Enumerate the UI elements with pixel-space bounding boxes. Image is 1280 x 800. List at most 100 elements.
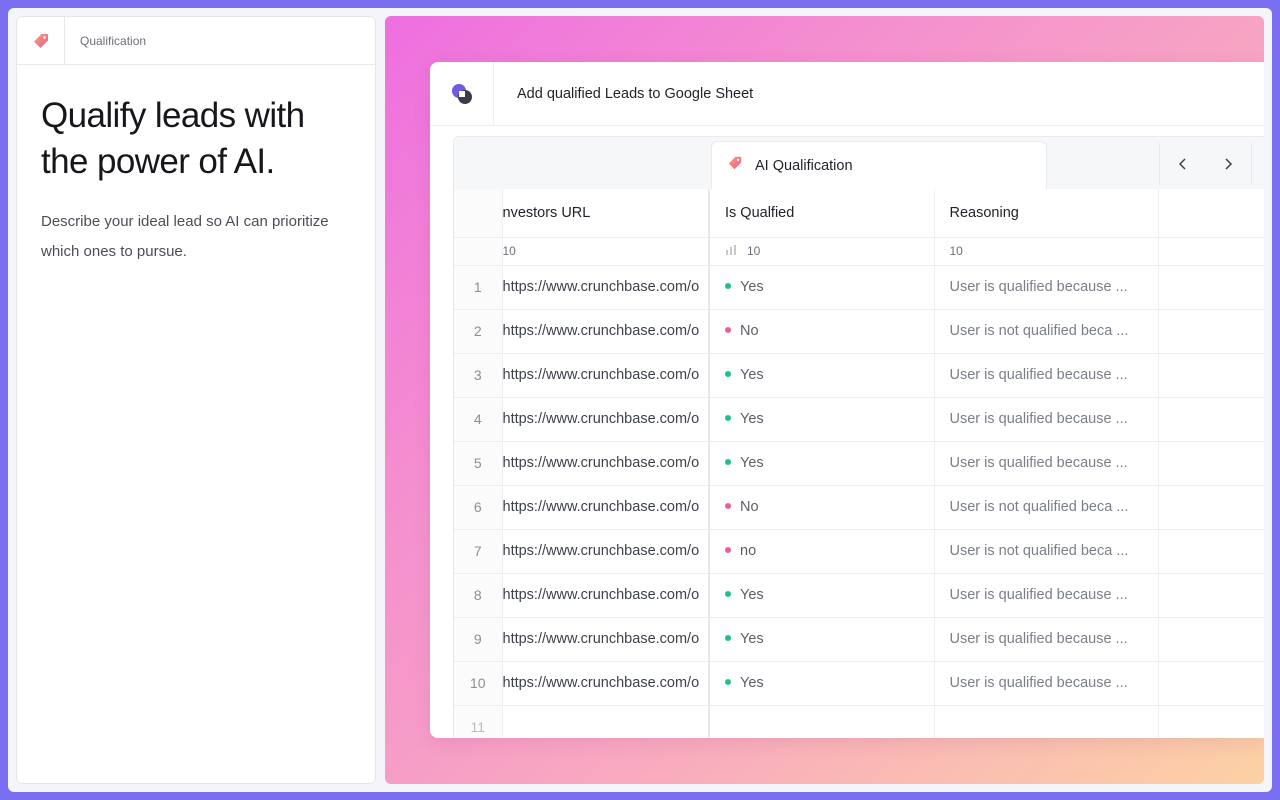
reasoning-cell[interactable]: User is qualified because ... xyxy=(934,617,1159,662)
qualified-cell[interactable]: Yes xyxy=(708,397,935,442)
table-row[interactable]: 3 https://www.crunchbase.com/o Yes User is … xyxy=(454,353,1264,398)
url-cell[interactable]: https://www.crunchbase.com/o xyxy=(502,265,710,310)
url-cell[interactable]: https://www.crunchbase.com/o xyxy=(502,573,710,618)
empty-cell[interactable] xyxy=(934,705,1159,738)
qualified-value: Yes xyxy=(740,631,764,647)
reasoning-count: 10 xyxy=(934,237,1159,266)
row-index-header xyxy=(454,189,503,238)
url-cell[interactable]: https://www.crunchbase.com/o xyxy=(502,309,710,354)
qualified-cell[interactable]: No xyxy=(708,309,935,354)
preview-panel: Add qualified Leads to Google Sheet AI Q… xyxy=(385,16,1264,784)
url-cell[interactable]: https://www.crunchbase.com/o xyxy=(502,353,710,398)
reasoning-cell[interactable]: User is qualified because ... xyxy=(934,353,1159,398)
row-index: 5 xyxy=(454,441,503,486)
column-nav xyxy=(1159,143,1252,185)
table-row[interactable]: 1 https://www.crunchbase.com/o Yes User is … xyxy=(454,265,1264,310)
column-header-empty xyxy=(1158,189,1264,238)
column-group-bar: AI Qualification xyxy=(454,137,1264,189)
empty-cell[interactable] xyxy=(1158,705,1264,738)
url-cell[interactable]: https://www.crunchbase.com/o xyxy=(502,397,710,442)
row-index: 9 xyxy=(454,617,503,662)
table-row[interactable]: 4 https://www.crunchbase.com/o Yes User is … xyxy=(454,397,1264,442)
qualified-count: 10 xyxy=(747,243,761,258)
empty-cell xyxy=(1158,397,1264,442)
qualified-value: no xyxy=(740,543,757,559)
table-row[interactable]: 9 https://www.crunchbase.com/o Yes User is … xyxy=(454,617,1264,662)
table-row[interactable]: 5 https://www.crunchbase.com/o Yes User is … xyxy=(454,441,1264,486)
reasoning-cell[interactable]: User is qualified because ... xyxy=(934,397,1159,442)
data-table: nvestors URL Is Qualfied Reasoning 10 10… xyxy=(454,189,1264,738)
row-index: 7 xyxy=(454,529,503,574)
sheet: AI Qualification nvestors URL Is Qualfie… xyxy=(453,136,1264,738)
qualified-cell[interactable]: no xyxy=(708,529,935,574)
qualified-cell[interactable]: Yes xyxy=(708,353,935,398)
card-header: Qualification xyxy=(17,17,375,65)
chevron-left-icon[interactable] xyxy=(1160,143,1206,185)
table-row[interactable]: 6 https://www.crunchbase.com/o No User is n… xyxy=(454,485,1264,530)
qualified-value: No xyxy=(740,323,759,339)
qualified-value: Yes xyxy=(740,675,764,691)
table-row[interactable]: 2 https://www.crunchbase.com/o No User is n… xyxy=(454,309,1264,354)
qualified-value: Yes xyxy=(740,411,764,427)
page-description: Describe your ideal lead so AI can prior… xyxy=(41,213,329,260)
table-row-empty: 11 xyxy=(454,705,1264,738)
tag-icon xyxy=(727,155,743,176)
status-dot xyxy=(725,459,731,466)
qualified-cell[interactable]: Yes xyxy=(708,265,935,310)
empty-cell xyxy=(1158,573,1264,618)
url-cell[interactable]: https://www.crunchbase.com/o xyxy=(502,485,710,530)
empty-cell xyxy=(1158,309,1264,354)
qualified-cell[interactable]: Yes xyxy=(708,441,935,486)
qualified-value: Yes xyxy=(740,367,764,383)
empty-cell xyxy=(1158,265,1264,310)
reasoning-cell[interactable]: User is qualified because ... xyxy=(934,441,1159,486)
row-index: 4 xyxy=(454,397,503,442)
empty-cell xyxy=(1158,485,1264,530)
qualified-cell[interactable]: Yes xyxy=(708,573,935,618)
summary-index-cell xyxy=(454,237,503,266)
reasoning-cell[interactable]: User is not qualified beca ... xyxy=(934,309,1159,354)
table-row[interactable]: 8 https://www.crunchbase.com/o Yes User is … xyxy=(454,573,1264,618)
table-row[interactable]: 10 https://www.crunchbase.com/o Yes User is… xyxy=(454,661,1264,706)
url-count: 10 xyxy=(502,237,710,266)
column-header-qualified[interactable]: Is Qualfied xyxy=(708,189,935,238)
empty-cell xyxy=(1158,661,1264,706)
table-row[interactable]: 7 https://www.crunchbase.com/o no User is n… xyxy=(454,529,1264,574)
reasoning-cell[interactable]: User is not qualified beca ... xyxy=(934,485,1159,530)
status-dot xyxy=(725,283,731,290)
reasoning-cell[interactable]: User is qualified because ... xyxy=(934,661,1159,706)
breadcrumb: Qualification xyxy=(80,33,147,48)
row-index: 10 xyxy=(454,661,503,706)
reasoning-cell[interactable]: User is qualified because ... xyxy=(934,265,1159,310)
column-header-url[interactable]: nvestors URL xyxy=(502,189,710,238)
status-dot xyxy=(725,679,731,686)
tag-icon xyxy=(17,17,65,65)
status-dot xyxy=(725,547,731,554)
column-header-reasoning[interactable]: Reasoning xyxy=(934,189,1159,238)
url-cell[interactable]: https://www.crunchbase.com/o xyxy=(502,441,710,486)
qualified-value: Yes xyxy=(740,279,764,295)
qualified-summary: 10 xyxy=(708,237,935,266)
app-header: Add qualified Leads to Google Sheet xyxy=(430,62,1264,126)
qualified-cell[interactable]: Yes xyxy=(708,617,935,662)
empty-cell[interactable] xyxy=(502,705,710,738)
url-cell[interactable]: https://www.crunchbase.com/o xyxy=(502,661,710,706)
chevron-right-icon[interactable] xyxy=(1206,143,1252,185)
reasoning-cell[interactable]: User is not qualified beca ... xyxy=(934,529,1159,574)
row-index: 8 xyxy=(454,573,503,618)
row-index: 2 xyxy=(454,309,503,354)
row-index: 11 xyxy=(454,705,503,738)
app-window: Add qualified Leads to Google Sheet AI Q… xyxy=(430,62,1264,738)
status-dot xyxy=(725,503,731,510)
qualified-cell[interactable]: No xyxy=(708,485,935,530)
row-index: 3 xyxy=(454,353,503,398)
url-cell[interactable]: https://www.crunchbase.com/o xyxy=(502,529,710,574)
summary-empty-cell xyxy=(1158,237,1264,266)
qualified-cell[interactable]: Yes xyxy=(708,661,935,706)
empty-cell[interactable] xyxy=(708,705,935,738)
tab-ai-qualification[interactable]: AI Qualification xyxy=(711,141,1047,189)
url-cell[interactable]: https://www.crunchbase.com/o xyxy=(502,617,710,662)
qualified-value: No xyxy=(740,499,759,515)
reasoning-cell[interactable]: User is qualified because ... xyxy=(934,573,1159,618)
empty-cell xyxy=(1158,617,1264,662)
